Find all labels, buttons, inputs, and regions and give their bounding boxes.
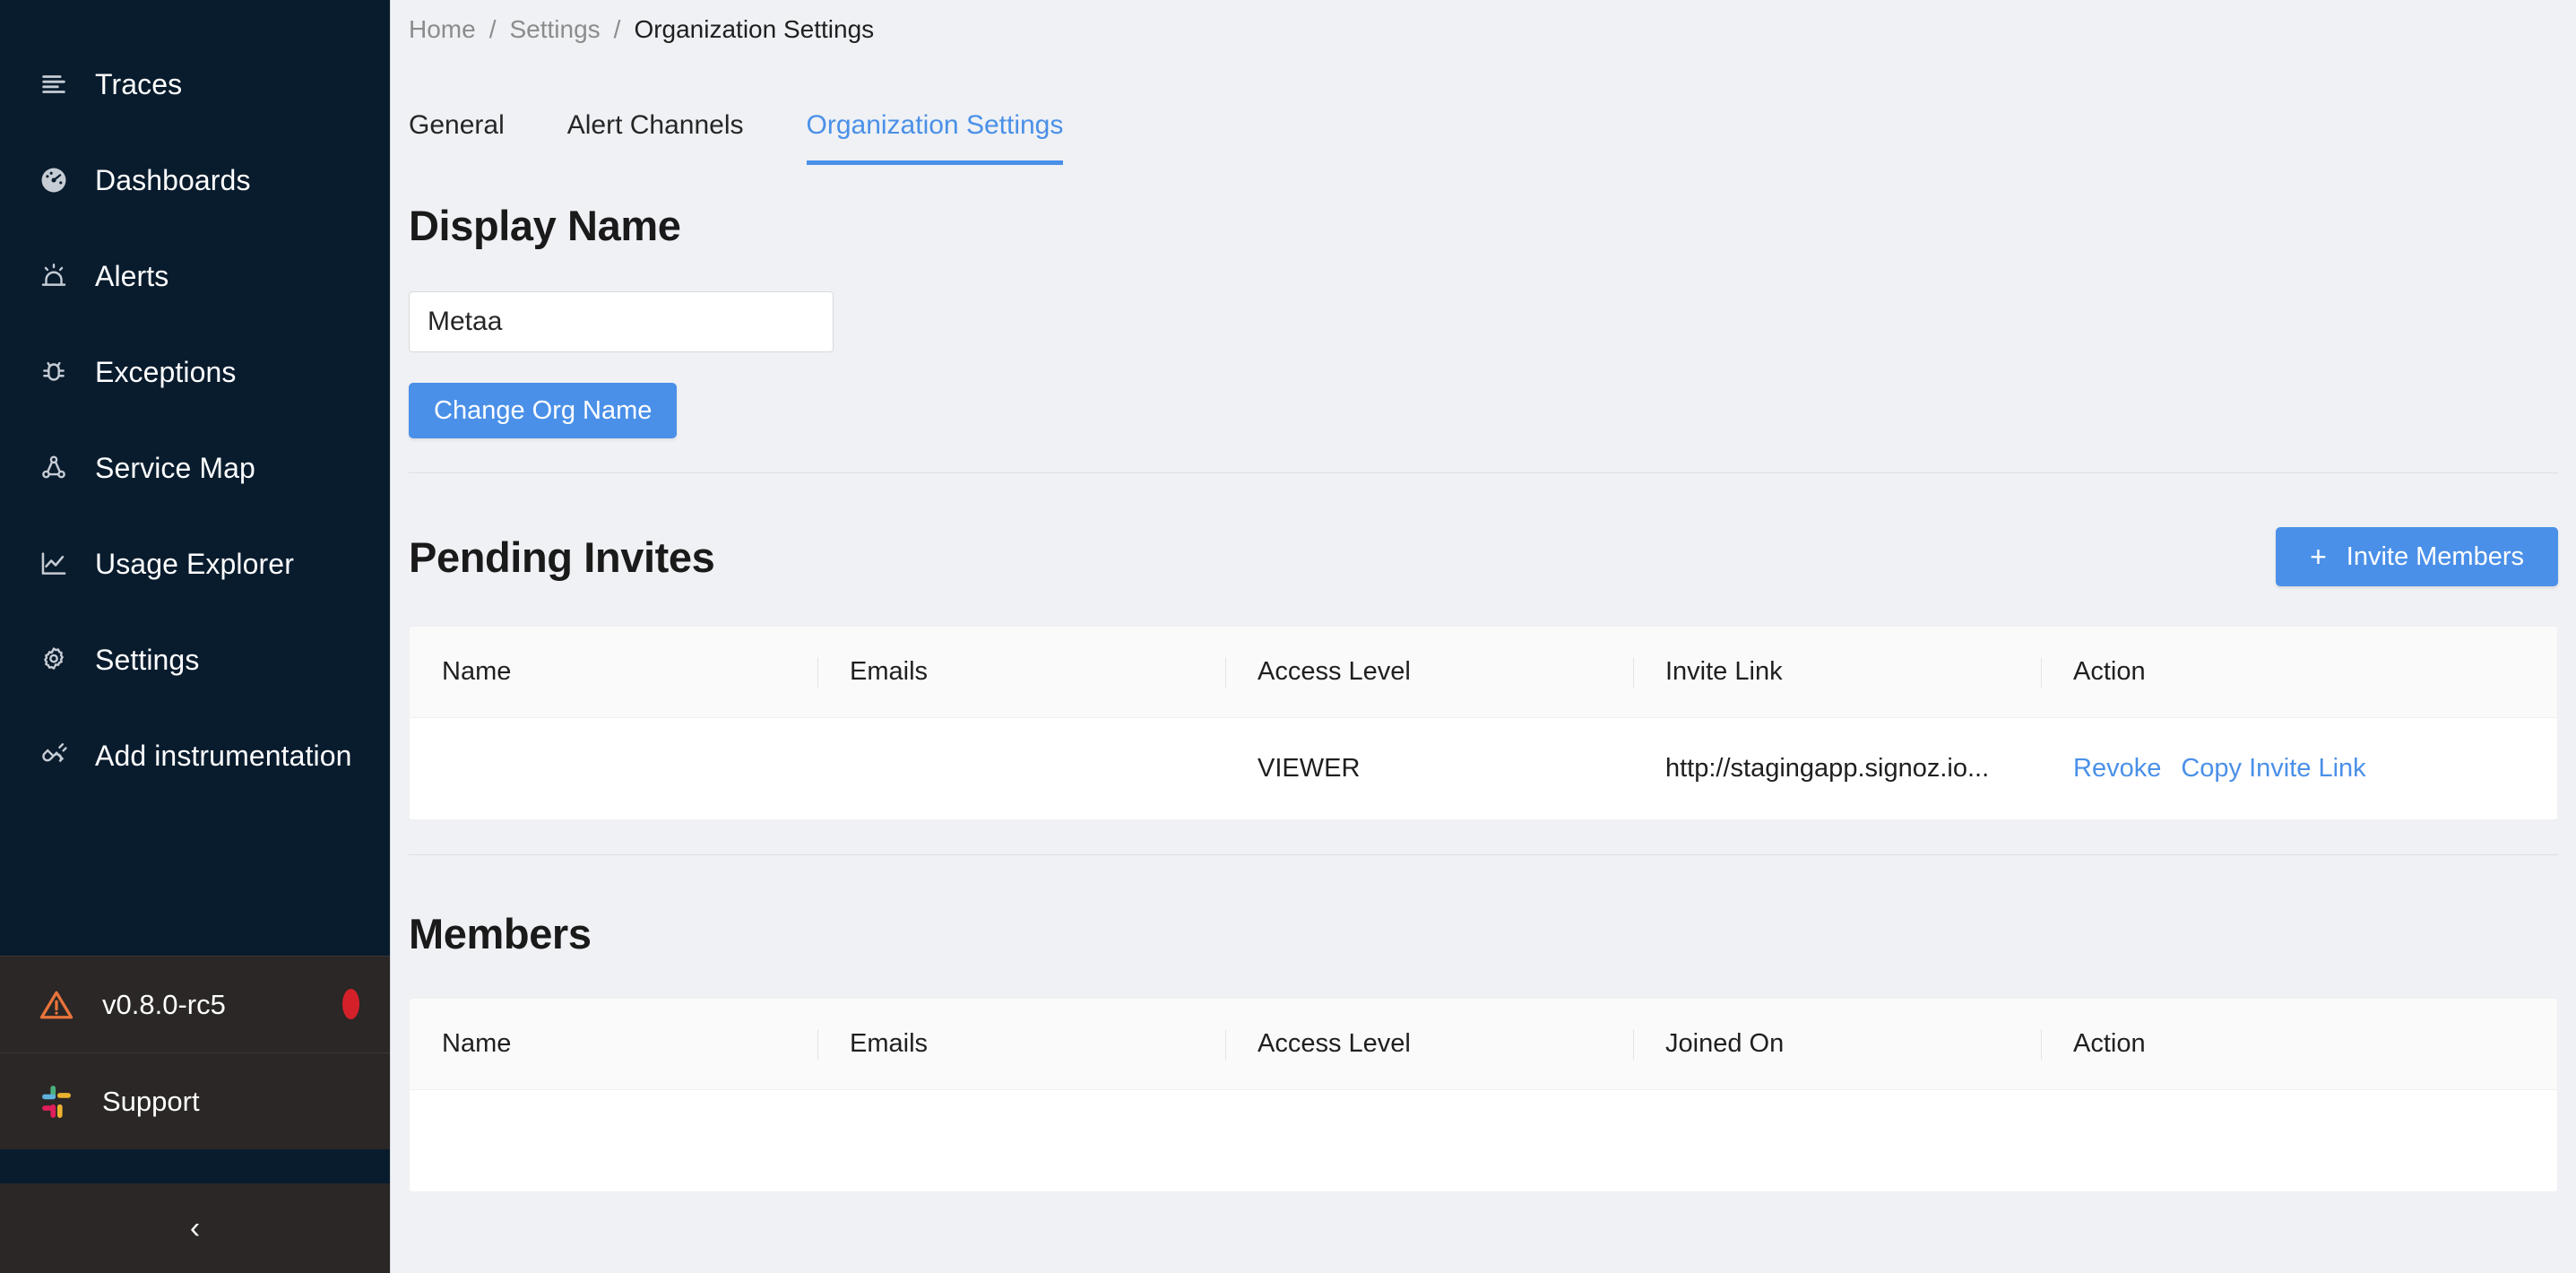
breadcrumb-separator: / [488, 15, 497, 43]
version-label: v0.8.0-rc5 [102, 988, 226, 1020]
table-header-row: Name Emails Access Level Joined On Actio… [410, 999, 2557, 1090]
display-name-title: Display Name [409, 202, 681, 249]
sidebar-item-traces[interactable]: Traces [0, 36, 390, 132]
change-org-name-button[interactable]: Change Org Name [409, 383, 678, 438]
sidebar-bottom: v0.8.0-rc5 Support ‹ [0, 956, 390, 1273]
column-header-emails: Emails [817, 627, 1225, 718]
sidebar-item-label: Traces [95, 67, 183, 100]
sidebar-support-item[interactable]: Support [0, 1052, 390, 1149]
sidebar: Traces Dashboards Alerts Exceptions Serv… [0, 0, 391, 1273]
table-header-row: Name Emails Access Level Invite Link Act… [410, 627, 2557, 718]
tab-alert-channels[interactable]: Alert Channels [567, 110, 744, 165]
tab-general[interactable]: General [409, 110, 505, 165]
sidebar-gap [0, 1149, 390, 1183]
tab-organization-settings[interactable]: Organization Settings [806, 110, 1064, 165]
app-root: Traces Dashboards Alerts Exceptions Serv… [0, 0, 2576, 1273]
sidebar-item-service-map[interactable]: Service Map [0, 420, 390, 515]
sidebar-item-label: Dashboards [95, 163, 251, 196]
revoke-link[interactable]: Revoke [2073, 754, 2161, 784]
sidebar-item-usage-explorer[interactable]: Usage Explorer [0, 515, 390, 611]
table-row: VIEWER http://stagingapp.signoz.io... Re… [410, 717, 2557, 819]
siren-icon [36, 258, 72, 294]
column-header-action: Action [2041, 999, 2557, 1090]
warning-triangle-icon [36, 984, 77, 1026]
slack-icon [36, 1081, 77, 1122]
plus-icon: + [2310, 541, 2327, 573]
sidebar-collapse-button[interactable]: ‹ [0, 1183, 390, 1273]
line-chart-icon [36, 546, 72, 582]
pending-invites-title: Pending Invites [409, 533, 715, 581]
cell-action: Revoke Copy Invite Link [2041, 717, 2557, 819]
sidebar-nav: Traces Dashboards Alerts Exceptions Serv… [0, 0, 390, 803]
sidebar-item-label: Alerts [95, 259, 169, 292]
sidebar-item-label: Service Map [95, 451, 255, 484]
sidebar-item-label: Settings [95, 643, 200, 676]
sidebar-item-exceptions[interactable]: Exceptions [0, 324, 390, 420]
column-header-access-level: Access Level [1225, 999, 1633, 1090]
breadcrumb-item-home[interactable]: Home [409, 15, 476, 44]
cell-invite-link: http://stagingapp.signoz.io... [1633, 717, 2041, 819]
main-content: Home / Settings / Organization Settings … [391, 0, 2576, 1273]
cell-email [817, 1089, 1225, 1191]
sidebar-item-settings[interactable]: Settings [0, 611, 390, 707]
cell-email [817, 717, 1225, 819]
column-header-emails: Emails [817, 999, 1225, 1090]
list-icon [36, 66, 72, 102]
cell-access-level: VIEWER [1225, 717, 1633, 819]
column-header-name: Name [410, 999, 817, 1090]
sidebar-item-add-instrumentation[interactable]: Add instrumentation [0, 707, 390, 803]
column-header-name: Name [410, 627, 817, 718]
settings-content: General Alert Channels Organization Sett… [391, 79, 2576, 1192]
support-label: Support [102, 1085, 200, 1117]
breadcrumb-item-current: Organization Settings [634, 15, 875, 43]
plug-icon [36, 738, 72, 774]
org-display-name-input[interactable] [409, 291, 834, 352]
pending-invites-table: Name Emails Access Level Invite Link Act… [409, 626, 2558, 820]
breadcrumb-item-settings[interactable]: Settings [509, 15, 600, 44]
gauge-icon [36, 162, 72, 198]
sidebar-item-label: Exceptions [95, 355, 237, 388]
invite-members-button[interactable]: + Invite Members [2276, 527, 2558, 586]
sidebar-item-label: Usage Explorer [95, 547, 294, 580]
sidebar-item-dashboards[interactable]: Dashboards [0, 132, 390, 228]
cell-access-level [1225, 1089, 1633, 1191]
members-header: Members [409, 909, 2558, 958]
sidebar-item-label: Add instrumentation [95, 739, 352, 772]
column-header-access-level: Access Level [1225, 627, 1633, 718]
sidebar-item-alerts[interactable]: Alerts [0, 228, 390, 324]
pending-invites-header: Pending Invites + Invite Members [409, 527, 2558, 586]
chevron-left-icon: ‹ [189, 1211, 201, 1245]
members-table: Name Emails Access Level Joined On Actio… [409, 998, 2558, 1192]
update-available-badge [342, 989, 359, 1019]
column-header-invite-link: Invite Link [1633, 627, 2041, 718]
invite-members-label: Invite Members [2346, 541, 2524, 571]
copy-invite-link[interactable]: Copy Invite Link [2181, 754, 2365, 784]
table-row [410, 1089, 2557, 1191]
breadcrumb: Home / Settings / Organization Settings [391, 0, 2576, 47]
gear-icon [36, 642, 72, 678]
cell-joined-on [1633, 1089, 2041, 1191]
column-header-joined-on: Joined On [1633, 999, 2041, 1090]
bug-icon [36, 354, 72, 390]
settings-tabs: General Alert Channels Organization Sett… [409, 79, 2558, 165]
cell-name [410, 717, 817, 819]
members-divider [409, 854, 2558, 855]
cell-name [410, 1089, 817, 1191]
section-divider [409, 472, 2558, 473]
members-title: Members [409, 910, 592, 957]
service-map-icon [36, 450, 72, 486]
breadcrumb-separator: / [613, 15, 621, 43]
column-header-action: Action [2041, 627, 2557, 718]
cell-action [2041, 1089, 2557, 1191]
sidebar-version-item[interactable]: v0.8.0-rc5 [0, 956, 390, 1052]
